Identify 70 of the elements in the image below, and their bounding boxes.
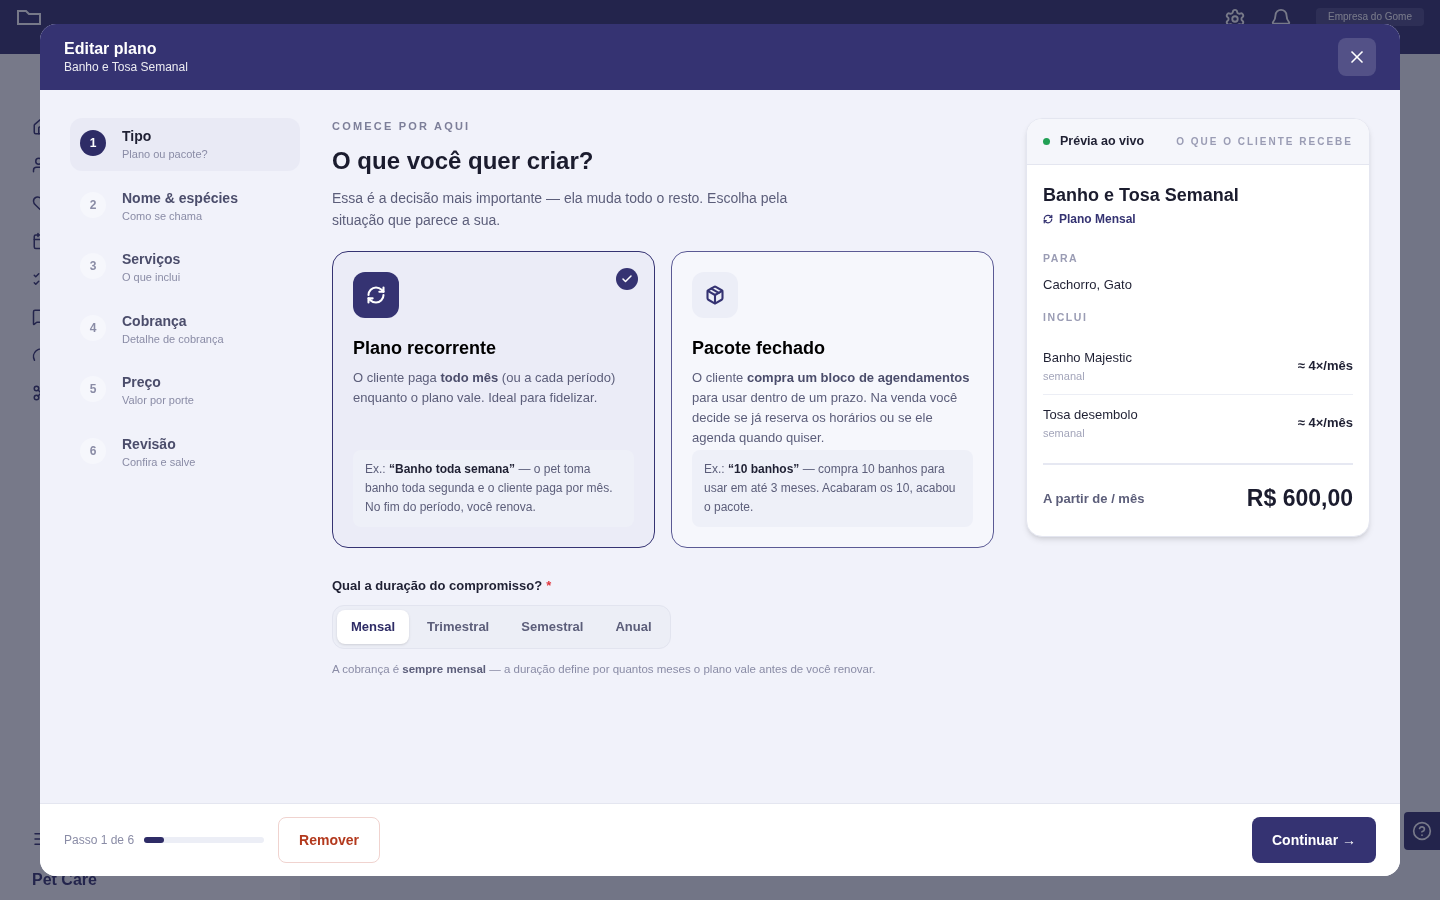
section-label: PARA xyxy=(1043,251,1080,266)
step-title: Preço xyxy=(122,373,162,392)
step-subtitle: Valor por porte xyxy=(122,393,194,408)
modal-subtitle: Banho e Tosa Semanal xyxy=(64,59,188,75)
step-title: Nome & espécies xyxy=(122,188,238,208)
wizard-step[interactable]: 6 Revisão Confira e salve xyxy=(70,425,300,478)
service-frequency: semanal xyxy=(1043,425,1086,441)
plan-name: Banho e Tosa Semanal xyxy=(1043,184,1240,207)
intro-text: Essa é a decisão mais importante — ela muda todo o resto. Escolha pela situação que parece a sua. xyxy=(332,188,789,230)
help-icon xyxy=(1412,821,1432,841)
required-mark: * xyxy=(546,576,552,595)
step-subtitle: Plano ou pacote? xyxy=(122,147,208,162)
refresh-icon xyxy=(1043,214,1053,224)
eyebrow-label: COMECE POR AQUI xyxy=(332,119,472,134)
service-name: Banho Majestic xyxy=(1043,349,1132,367)
step-title: Cobrança xyxy=(122,311,188,331)
step-number: 1 xyxy=(80,130,106,156)
step-number: 3 xyxy=(80,253,106,279)
duration-tab[interactable]: Trimestral xyxy=(413,610,504,644)
service-frequency: semanal xyxy=(1043,368,1086,384)
preview-caption: O QUE O CLIENTE RECEBE xyxy=(1176,135,1353,149)
duration-label: Qual a duração do compromisso? xyxy=(332,576,543,595)
step-subtitle: O que inclui xyxy=(122,270,181,285)
section-label: INCLUI xyxy=(1043,310,1089,326)
box-icon xyxy=(705,284,725,305)
wizard-step[interactable]: 1 Tipo Plano ou pacote? xyxy=(70,118,300,171)
step-title: Revisão xyxy=(122,434,177,454)
duration-tab[interactable]: Anual xyxy=(601,610,666,644)
option-card[interactable] xyxy=(332,250,655,548)
wizard-step[interactable]: 3 Serviços O que inclui xyxy=(70,241,300,294)
step-number: 5 xyxy=(80,376,106,402)
help-button[interactable] xyxy=(1404,812,1440,850)
live-label: Prévia ao vivo xyxy=(1060,133,1145,151)
plan-type: Plano Mensal xyxy=(1059,211,1136,227)
wizard-step[interactable]: 2 Nome & espécies Como se chama xyxy=(70,179,300,232)
wizard-step[interactable]: 5 Preço Valor por porte xyxy=(70,364,300,417)
step-title: Serviços xyxy=(122,250,181,269)
step-progress-text: Passo 1 de 6 xyxy=(64,832,135,848)
price-value: R$ 600,00 xyxy=(1246,484,1353,513)
step-subtitle: Confira e salve xyxy=(122,454,196,470)
option-title: Pacote fechado xyxy=(692,336,827,360)
step-subtitle: Como se chama xyxy=(122,208,204,224)
option-description: O cliente paga todo mês (ou a cada período) enquanto o plano vale. Ideal para fidelizar. xyxy=(353,368,617,407)
option-card[interactable] xyxy=(671,250,994,548)
wizard-step[interactable]: 4 Cobrança Detalhe de cobrança xyxy=(70,302,300,355)
option-title: Plano recorrente xyxy=(353,336,498,360)
logo-icon xyxy=(16,8,42,26)
step-number: 6 xyxy=(80,437,106,464)
close-button[interactable] xyxy=(1338,38,1376,76)
species-text: Cachorro, Gato xyxy=(1043,275,1133,294)
step-number: 4 xyxy=(80,314,106,341)
duration-hint: A cobrança é sempre mensal — a duração define por quantos meses o plano vale antes de você renovar. xyxy=(332,662,877,677)
step-number: 2 xyxy=(80,191,106,218)
service-name: Tosa desembolo xyxy=(1043,406,1138,424)
service-amount: ≈ 4×/mês xyxy=(1297,357,1353,376)
modal-title: Editar plano xyxy=(64,39,158,59)
check-icon xyxy=(621,272,633,285)
option-description: O cliente compra um bloco de agendamentos para usar dentro de um prazo. Na venda você decide se já reserva os horários ou se ele agenda quando quiser. xyxy=(692,368,971,447)
step-title: Tipo xyxy=(122,127,153,146)
continue-button[interactable]: Continuar → xyxy=(1252,817,1376,863)
duration-tab[interactable]: Mensal xyxy=(337,610,410,644)
option-example: Ex.: “Banho toda semana” — o pet toma banho toda segunda e o cliente paga por mês. No fim do período, você renova. xyxy=(353,449,634,527)
refresh-icon xyxy=(366,284,386,305)
step-subtitle: Detalhe de cobrança xyxy=(122,331,224,347)
remove-button[interactable]: Remover xyxy=(278,817,380,863)
service-amount: ≈ 4×/mês xyxy=(1297,414,1353,433)
option-example: Ex.: “10 banhos” — compra 10 banhos para usar em até 3 meses. Acabaram os 10, acabou o pacote. xyxy=(692,449,973,527)
duration-tab[interactable]: Semestral xyxy=(507,610,598,644)
page-heading: O que você quer criar? xyxy=(332,145,595,176)
price-label: A partir de / mês xyxy=(1043,489,1145,508)
